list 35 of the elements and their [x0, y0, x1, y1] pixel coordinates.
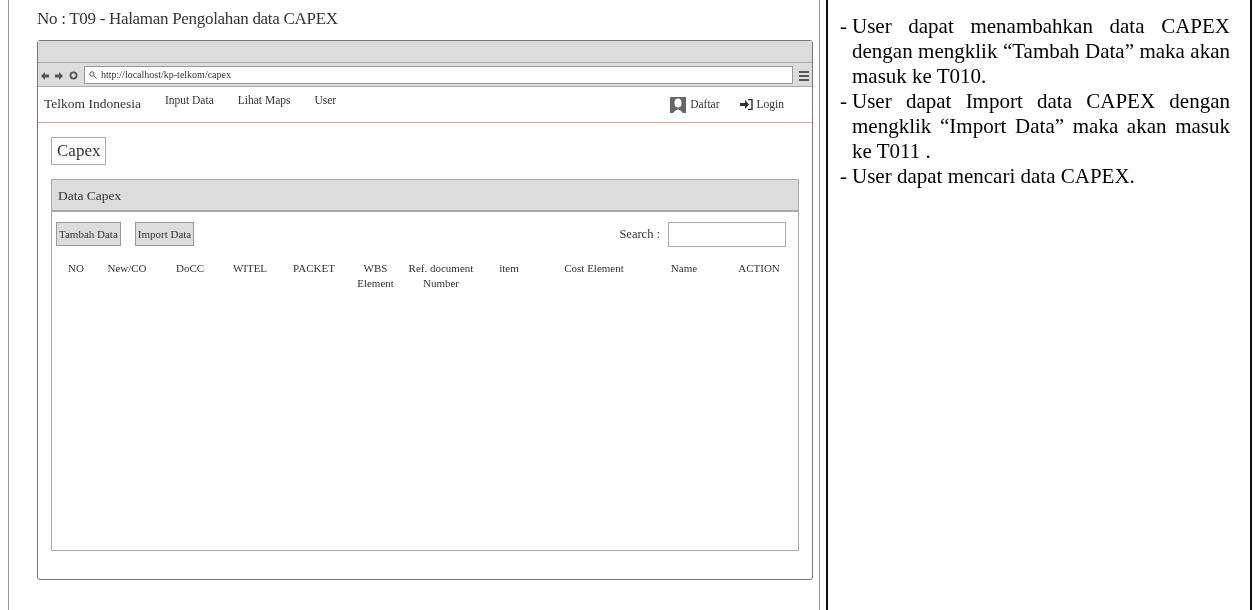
nav-link[interactable]: Input Data: [164, 91, 214, 110]
column-header: Ref. document Number: [407, 260, 475, 291]
column-header: DoCC: [174, 260, 206, 276]
column-header: PACKET: [292, 260, 336, 276]
description-text: User dapat Import data CAPEX dengan mengklik “Import Data” maka akan masuk ke T011 .: [852, 89, 1230, 164]
column-header: WBS Element: [356, 260, 395, 291]
address-field[interactable]: http://localhost/kp-telkom/capex: [84, 65, 793, 84]
description-text: User dapat mencari data CAPEX.: [852, 164, 1135, 189]
register-link[interactable]: Daftar: [670, 95, 720, 114]
description-text: User dapat menambahkan data CAPEX dengan mengklik “Tambah Data” maka akan masuk ke T010.: [852, 14, 1230, 89]
nav-link[interactable]: Lihat Maps: [237, 91, 291, 110]
search-field[interactable]: [668, 221, 786, 247]
bullet-marker: -: [840, 89, 848, 115]
column-header: ACTION: [737, 260, 781, 276]
import-button[interactable]: Import Data: [134, 222, 195, 246]
person-icon: [670, 96, 687, 113]
add-button[interactable]: Tambah Data: [56, 222, 121, 246]
brand-link[interactable]: Telkom Indonesia: [44, 94, 141, 115]
column-header: Cost Element: [563, 260, 625, 276]
page-title: No : T09 - Halaman Pengolahan data CAPEX: [37, 8, 339, 30]
column-header: NO: [67, 260, 85, 276]
nav-link[interactable]: User: [314, 91, 337, 110]
page-heading: Capex: [51, 137, 107, 165]
column-header: item: [498, 260, 520, 276]
bullet-marker: -: [840, 14, 848, 40]
panel-title: Data Capex: [52, 179, 798, 212]
search-label: Search :: [619, 225, 660, 243]
column-header: WITEL: [231, 260, 269, 276]
sign-in-icon: [739, 99, 753, 110]
url-text: http://localhost/kp-telkom/capex: [101, 68, 231, 82]
search-icon: [89, 70, 97, 79]
bullet-marker: -: [840, 164, 848, 189]
column-header: Name: [669, 260, 699, 276]
column-header: New/CO: [106, 260, 148, 276]
login-link[interactable]: Login: [739, 95, 784, 114]
